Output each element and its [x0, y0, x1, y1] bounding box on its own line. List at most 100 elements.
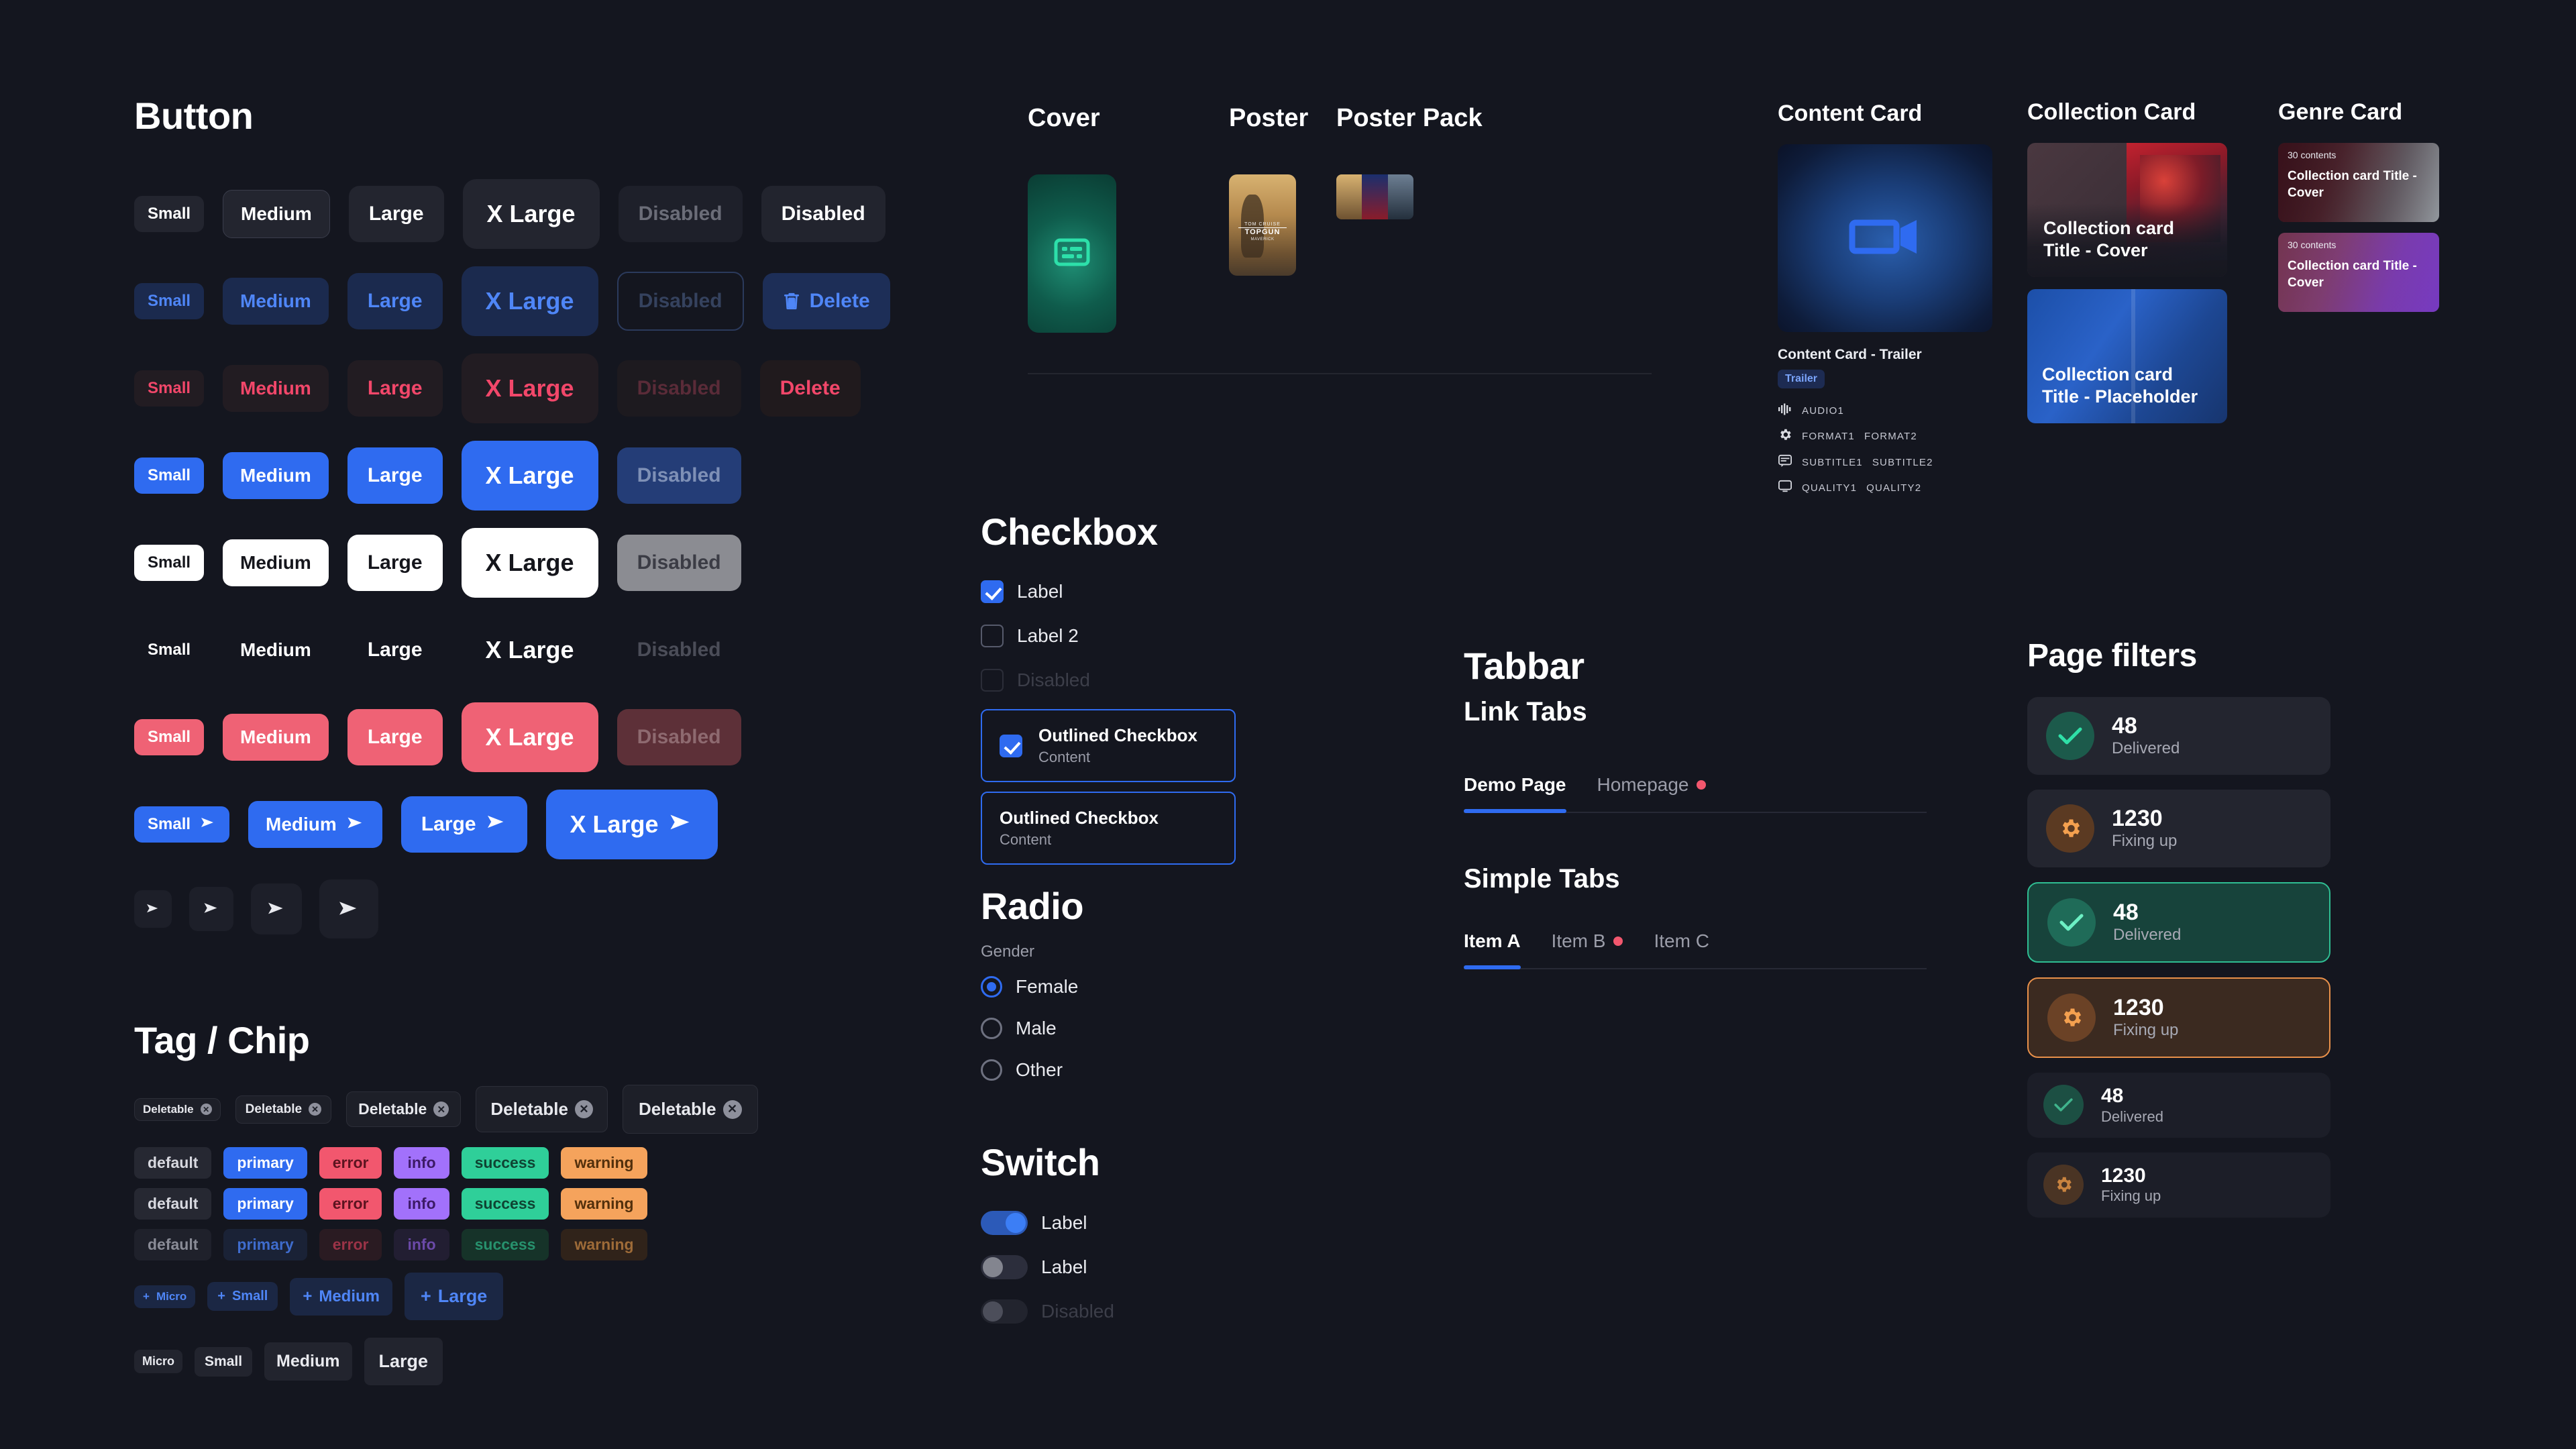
tab-item-a[interactable]: Item A	[1464, 930, 1521, 969]
button-text-large[interactable]: Large	[347, 622, 443, 678]
content-card-thumbnail[interactable]	[1778, 144, 1992, 332]
switch-item-1[interactable]: Label	[981, 1211, 1263, 1235]
tab-item-c[interactable]: Item C	[1654, 930, 1709, 968]
radio-option-male[interactable]: Male	[981, 1018, 1263, 1039]
button-soft-dark-xlarge[interactable]: X Large	[462, 179, 600, 249]
checkbox-input[interactable]	[981, 625, 1004, 647]
poster-pack[interactable]	[1336, 174, 1413, 219]
button-icon-medium[interactable]: Medium	[248, 801, 382, 848]
outlined-checkbox-1[interactable]: Outlined Checkbox Content	[981, 709, 1236, 782]
button-white-medium[interactable]: Medium	[223, 539, 329, 586]
button-soft-red-small[interactable]: Small	[134, 370, 205, 407]
add-chip-large[interactable]: + Large	[405, 1273, 504, 1320]
button-delete[interactable]: Delete	[762, 273, 890, 329]
tag-success[interactable]: success	[461, 1188, 549, 1220]
radio-option-female[interactable]: Female	[981, 976, 1263, 998]
chip-deletable-small[interactable]: Deletable ✕	[235, 1095, 332, 1124]
filter-item-fixing-default[interactable]: 1230 Fixing up	[2027, 790, 2330, 867]
tag-error[interactable]: error	[319, 1147, 382, 1179]
button-text-small[interactable]: Small	[134, 632, 204, 668]
tab-item-b[interactable]: Item B	[1552, 930, 1623, 968]
tab-homepage[interactable]: Homepage	[1597, 774, 1707, 812]
add-chip-micro[interactable]: + Micro	[134, 1285, 196, 1308]
button-icon-small[interactable]: Small	[134, 806, 230, 843]
filter-item-delivered-muted[interactable]: 48 Delivered	[2027, 1073, 2330, 1138]
icon-button-medium[interactable]	[189, 887, 233, 931]
close-circle-icon[interactable]: ✕	[433, 1102, 449, 1117]
close-circle-icon[interactable]: ✕	[574, 1100, 593, 1118]
plain-chip-medium[interactable]: Medium	[264, 1342, 352, 1381]
genre-card-2[interactable]: 30 contents Collection card Title - Cove…	[2278, 233, 2439, 312]
radio-input[interactable]	[981, 1059, 1002, 1081]
chip-deletable-large[interactable]: Deletable ✕	[476, 1086, 608, 1132]
tag-default[interactable]: default	[134, 1147, 212, 1179]
radio-option-other[interactable]: Other	[981, 1059, 1263, 1081]
close-circle-icon[interactable]: ✕	[309, 1103, 322, 1116]
filter-item-fixing-muted[interactable]: 1230 Fixing up	[2027, 1152, 2330, 1218]
checkbox-item-1[interactable]: Label	[981, 580, 1263, 603]
checkbox-item-2[interactable]: Label 2	[981, 625, 1263, 647]
button-text-medium[interactable]: Medium	[223, 627, 329, 674]
tag-info[interactable]: info	[394, 1188, 449, 1220]
button-soft-dark-disabled-2[interactable]: Disabled	[761, 186, 885, 242]
button-soft-blue-large[interactable]: Large	[347, 273, 443, 329]
close-circle-icon[interactable]: ✕	[722, 1099, 742, 1119]
filter-item-delivered-default[interactable]: 48 Delivered	[2027, 697, 2330, 775]
plain-chip-large[interactable]: Large	[364, 1338, 443, 1385]
button-soft-dark-large[interactable]: Large	[348, 186, 444, 242]
tag-warning[interactable]: warning	[561, 1188, 647, 1220]
outlined-checkbox-2[interactable]: Outlined Checkbox Content	[981, 792, 1236, 865]
button-white-xlarge[interactable]: X Large	[461, 528, 598, 598]
close-circle-icon[interactable]: ✕	[200, 1104, 212, 1115]
chip-deletable-medium[interactable]: Deletable ✕	[346, 1091, 462, 1127]
tag-default[interactable]: default	[134, 1188, 212, 1220]
button-pink-large[interactable]: Large	[347, 709, 443, 765]
button-soft-blue-small[interactable]: Small	[134, 283, 205, 319]
button-soft-red-delete[interactable]: Delete	[759, 360, 861, 417]
switch-toggle[interactable]	[981, 1255, 1028, 1279]
tag-primary[interactable]: primary	[223, 1147, 307, 1179]
tag-primary[interactable]: primary	[223, 1188, 307, 1220]
button-white-small[interactable]: Small	[134, 545, 205, 581]
button-soft-blue-medium[interactable]: Medium	[223, 278, 329, 325]
chip-deletable-micro[interactable]: Deletable ✕	[134, 1097, 221, 1121]
button-pink-xlarge[interactable]: X Large	[461, 702, 598, 772]
button-pink-medium[interactable]: Medium	[223, 714, 329, 761]
radio-input[interactable]	[981, 1018, 1002, 1039]
switch-item-2[interactable]: Label	[981, 1255, 1263, 1279]
collection-card-cover[interactable]: Collection card Title - Cover	[2027, 143, 2227, 277]
genre-card-1[interactable]: 30 contents Collection card Title - Cove…	[2278, 143, 2439, 222]
add-chip-medium[interactable]: + Medium	[290, 1277, 393, 1316]
tag-success[interactable]: success	[461, 1147, 549, 1179]
icon-button-small[interactable]	[134, 890, 172, 928]
add-chip-small[interactable]: + Small	[207, 1282, 278, 1311]
filter-item-fixing-selected[interactable]: 1230 Fixing up	[2027, 977, 2330, 1058]
checkbox-input[interactable]	[1000, 734, 1022, 757]
poster-image[interactable]: TOM CRUISE TOPGUN MAVERICK	[1229, 174, 1296, 276]
checkbox-input[interactable]	[981, 580, 1004, 603]
radio-input[interactable]	[981, 976, 1002, 998]
button-soft-red-medium[interactable]: Medium	[223, 365, 329, 412]
button-icon-xlarge[interactable]: X Large	[545, 790, 718, 859]
tag-error[interactable]: error	[319, 1188, 382, 1220]
icon-button-xlarge[interactable]	[319, 879, 378, 938]
tag-info[interactable]: info	[394, 1147, 449, 1179]
filter-item-delivered-selected[interactable]: 48 Delivered	[2027, 882, 2330, 963]
button-soft-blue-xlarge[interactable]: X Large	[461, 266, 598, 336]
button-primary-medium[interactable]: Medium	[223, 452, 329, 499]
button-soft-dark-small[interactable]: Small	[134, 196, 205, 232]
tab-demo-page[interactable]: Demo Page	[1464, 774, 1566, 813]
switch-toggle[interactable]	[981, 1211, 1028, 1235]
button-text-xlarge[interactable]: X Large	[462, 615, 598, 685]
collection-card-placeholder[interactable]: Collection card Title - Placeholder	[2027, 289, 2227, 423]
button-primary-xlarge[interactable]: X Large	[461, 441, 598, 511]
icon-button-large[interactable]	[251, 883, 302, 934]
tag-warning[interactable]: warning	[561, 1147, 647, 1179]
button-icon-large[interactable]: Large	[400, 796, 527, 853]
button-primary-large[interactable]: Large	[347, 447, 443, 504]
button-soft-dark-medium[interactable]: Medium	[223, 190, 330, 238]
button-soft-red-xlarge[interactable]: X Large	[461, 354, 598, 423]
cover-placeholder[interactable]	[1028, 174, 1116, 333]
button-soft-red-large[interactable]: Large	[347, 360, 443, 417]
button-white-large[interactable]: Large	[347, 535, 443, 591]
